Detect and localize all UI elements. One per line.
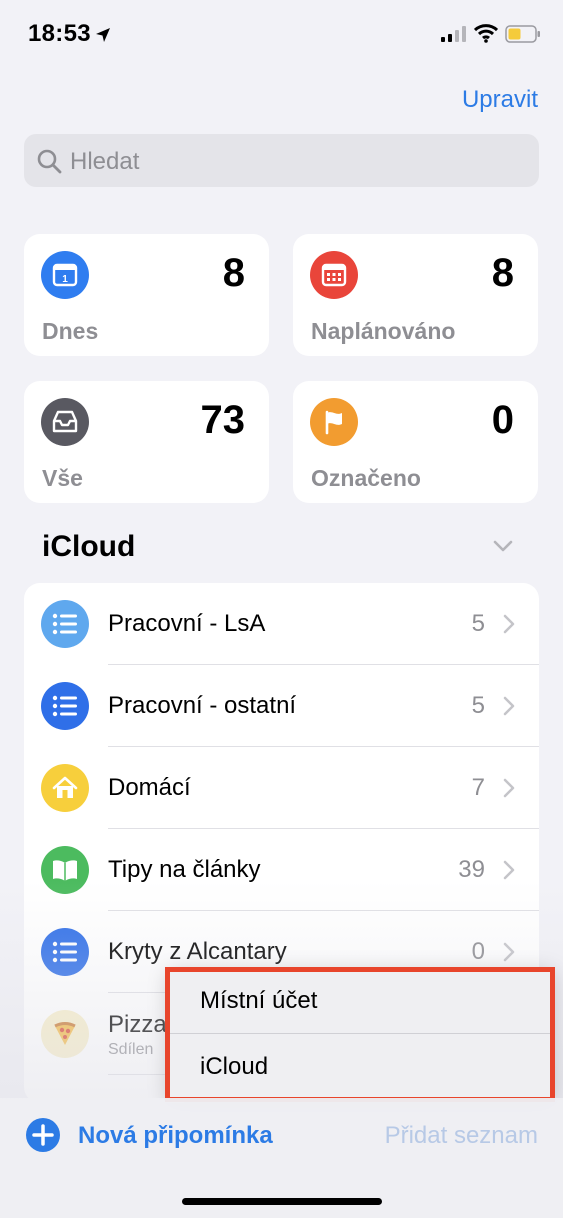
- pizza-icon: [41, 1010, 89, 1058]
- house-icon: [41, 764, 89, 812]
- list-name: Domácí: [108, 774, 191, 801]
- search-icon: [37, 149, 62, 174]
- scheduled-label: Naplánováno: [311, 318, 456, 344]
- list-count: 39: [458, 856, 485, 883]
- search-field[interactable]: Hledat: [24, 134, 539, 187]
- today-count: 8: [222, 251, 245, 295]
- list-count: 7: [471, 774, 485, 801]
- book-icon: [41, 846, 89, 894]
- home-indicator: [182, 1198, 382, 1205]
- svg-text:1: 1: [62, 274, 68, 285]
- status-time: 18:53: [28, 20, 91, 47]
- list-shared-label: Sdílen: [108, 1041, 154, 1058]
- bottom-toolbar: Nová připomínka Přidat seznam: [0, 1098, 563, 1218]
- chevron-right-icon: [503, 778, 515, 798]
- menu-item-local-account[interactable]: Místní účet: [168, 967, 554, 1033]
- calendar-today-icon: 1: [41, 251, 89, 299]
- menu-item-icloud[interactable]: iCloud: [168, 1033, 554, 1099]
- list-icon: [41, 600, 89, 648]
- all-label: Vše: [42, 465, 83, 491]
- add-list-button[interactable]: Přidat seznam: [385, 1122, 538, 1150]
- list-count: 5: [471, 692, 485, 719]
- flagged-count: 0: [491, 398, 514, 442]
- chevron-right-icon: [503, 614, 515, 634]
- list-item[interactable]: Domácí 7: [24, 747, 539, 829]
- scheduled-count: 8: [491, 251, 514, 295]
- new-reminder-button[interactable]: Nová připomínka: [78, 1122, 273, 1150]
- menu-item-label: Místní účet: [200, 987, 318, 1014]
- list-item[interactable]: Tipy na články 39: [24, 829, 539, 911]
- tray-icon: [41, 398, 89, 446]
- smart-list-scheduled[interactable]: 8 Naplánováno: [293, 234, 538, 356]
- chevron-right-icon: [503, 860, 515, 880]
- chevron-right-icon: [503, 942, 515, 962]
- chevron-down-icon[interactable]: [492, 537, 514, 555]
- list-icon: [41, 928, 89, 976]
- list-item[interactable]: Pracovní - ostatní 5: [24, 665, 539, 747]
- list-count: 5: [471, 610, 485, 637]
- location-arrow-icon: [96, 28, 110, 42]
- battery-icon: [505, 25, 540, 43]
- plus-circle-icon[interactable]: [25, 1117, 61, 1153]
- flag-icon: [310, 398, 358, 446]
- smart-list-all[interactable]: 73 Vše: [24, 381, 269, 503]
- list-count: 0: [471, 938, 485, 965]
- menu-item-label: iCloud: [200, 1053, 269, 1080]
- list-name: Pracovní - LsA: [108, 610, 266, 637]
- chevron-right-icon: [503, 696, 515, 716]
- wifi-icon: [474, 24, 498, 43]
- all-count: 73: [200, 398, 246, 442]
- list-name: Kryty z Alcantary: [108, 938, 287, 965]
- smart-list-flagged[interactable]: 0 Označeno: [293, 381, 538, 503]
- today-label: Dnes: [42, 318, 99, 344]
- list-item[interactable]: Pracovní - LsA 5: [24, 583, 539, 665]
- list-icon: [41, 682, 89, 730]
- status-bar: 18:53: [0, 0, 563, 70]
- cellular-signal-icon: [441, 26, 466, 42]
- list-name: Pracovní - ostatní: [108, 692, 297, 719]
- smart-list-today[interactable]: 1 8 Dnes: [24, 234, 269, 356]
- list-name: Tipy na články: [108, 856, 261, 883]
- search-placeholder: Hledat: [70, 148, 140, 175]
- calendar-grid-icon: [310, 251, 358, 299]
- account-menu: Místní účet iCloud: [168, 967, 554, 1099]
- edit-button[interactable]: Upravit: [462, 86, 538, 114]
- flagged-label: Označeno: [311, 465, 421, 491]
- section-title-icloud[interactable]: iCloud: [42, 530, 135, 564]
